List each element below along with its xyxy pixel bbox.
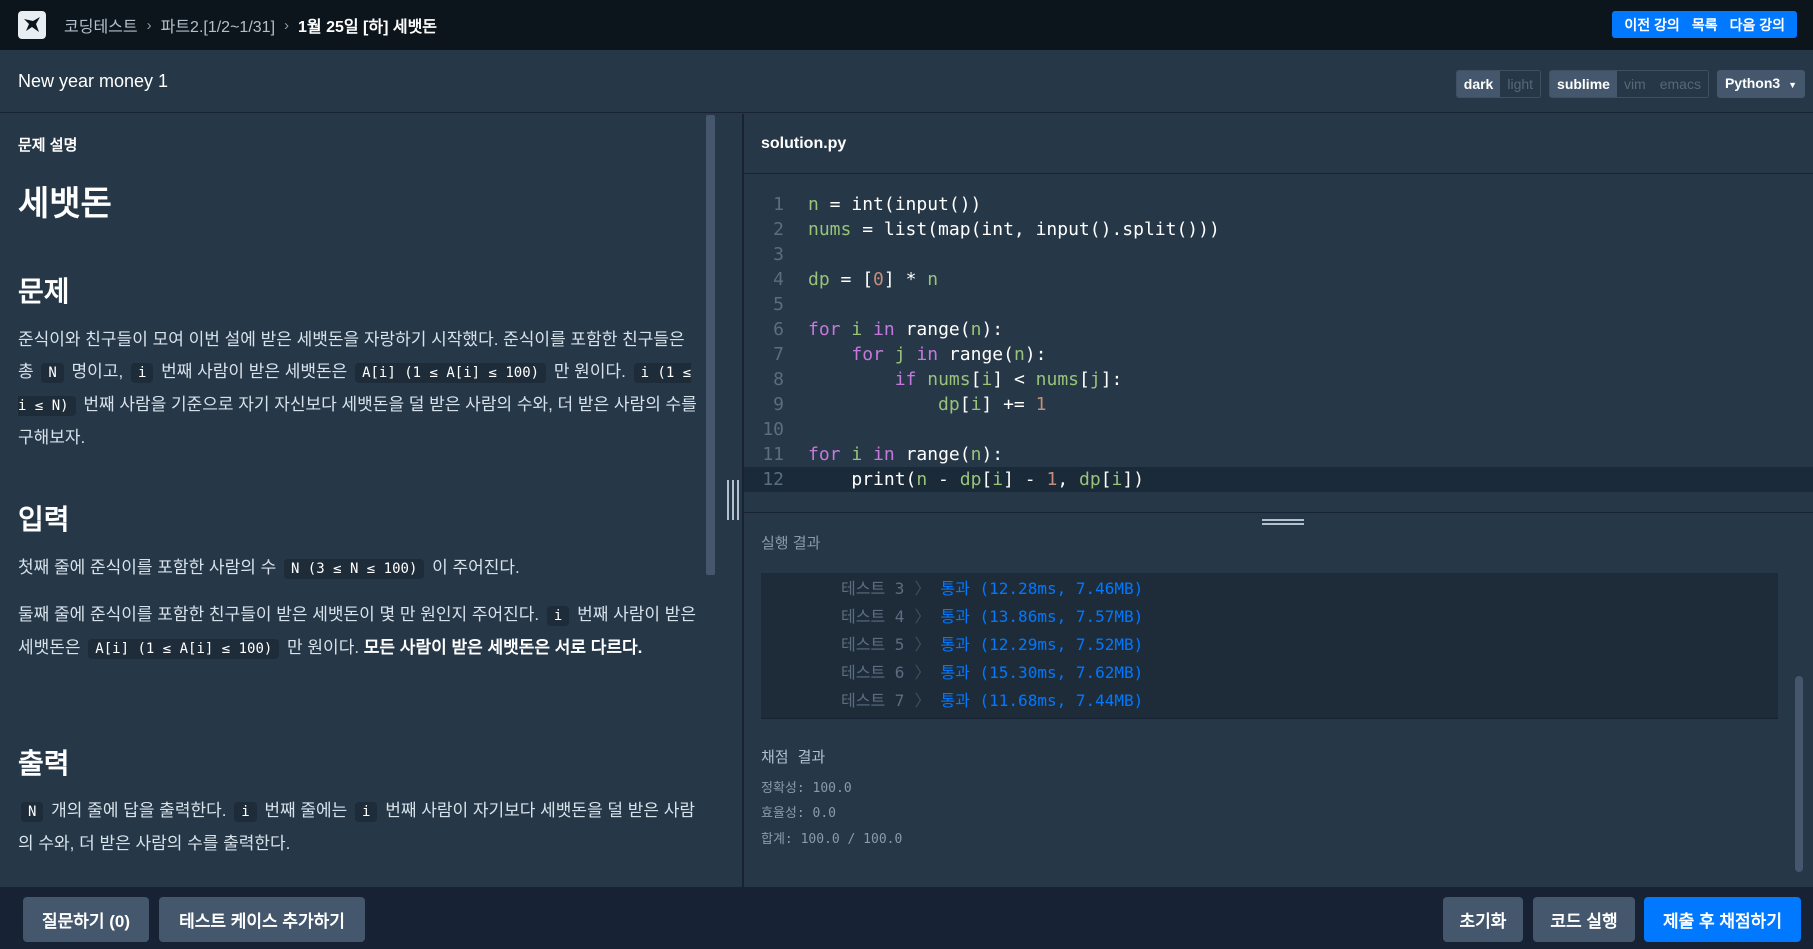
- add-test-case-button[interactable]: 테스트 케이스 추가하기: [159, 897, 365, 942]
- result-header: 실행 결과: [761, 535, 821, 552]
- chevron-right-icon: ›: [146, 16, 152, 34]
- code-line[interactable]: 8 if nums[i] < nums[j]:: [744, 367, 1813, 392]
- lesson-list-button[interactable]: 목록: [1686, 15, 1724, 35]
- code-line[interactable]: 6 for i in range(n):: [744, 317, 1813, 342]
- code-line[interactable]: 5: [744, 292, 1813, 317]
- code-line[interactable]: 1n = int(input()): [744, 192, 1813, 217]
- problem-title: 세뱃돈: [18, 185, 112, 223]
- keymap-sublime-button[interactable]: sublime: [1550, 71, 1617, 97]
- keymap-emacs-button[interactable]: emacs: [1652, 71, 1708, 97]
- inline-code: N: [21, 802, 44, 822]
- heading-input: 입력: [18, 504, 70, 535]
- inline-code: i: [355, 802, 378, 822]
- drag-handle-icon[interactable]: [1262, 519, 1304, 529]
- result-scrollbar[interactable]: [1795, 676, 1803, 872]
- test-result-row: 테스트 7 〉 통과 (11.68ms, 7.44MB): [841, 691, 1144, 710]
- code-line[interactable]: 2 nums = list(map(int, input().split())): [744, 217, 1813, 242]
- code-line[interactable]: 4 dp = [0] * n: [744, 267, 1813, 292]
- language-select-value: Python3: [1724, 75, 1781, 91]
- output-body: N 개의 줄에 답을 출력한다. i 번째 줄에는 i 번째 사람이 자기보다 …: [18, 801, 696, 853]
- inline-code: N: [41, 363, 64, 383]
- problem-panel: [0, 114, 742, 887]
- reset-button[interactable]: 초기화: [1443, 897, 1523, 942]
- inline-code: i: [130, 363, 154, 383]
- code-line-active[interactable]: 12 print(n - dp[i] - 1, dp[i]): [744, 467, 1813, 492]
- result-log[interactable]: 테스트 3 〉 통과 (12.28ms, 7.46MB) 테스트 4 〉 통과 (13.…: [761, 573, 1778, 719]
- file-name: solution.py: [761, 134, 847, 152]
- heading-problem: 문제: [18, 276, 70, 307]
- breadcrumb-item-current: 1월 25일 [하] 세뱃돈: [298, 19, 438, 36]
- keymap-vim-button[interactable]: vim: [1616, 71, 1653, 97]
- submit-button[interactable]: 제출 후 채점하기: [1644, 897, 1801, 942]
- test-result-row: 테스트 6 〉 통과 (15.30ms, 7.62MB): [841, 663, 1144, 682]
- logo-icon[interactable]: [18, 11, 46, 39]
- score-title: 채점 결과: [761, 748, 826, 766]
- language-select[interactable]: Python3 ▼: [1716, 70, 1805, 98]
- input-line-2: 둘째 줄에 준식이를 포함한 친구들이 받은 세뱃돈이 몇 만 원인지 주어진다…: [18, 605, 696, 659]
- theme-light-button[interactable]: light: [1500, 71, 1541, 97]
- splitter-grip-icon[interactable]: [727, 480, 739, 520]
- score-total: 합계: 100.0 / 100.0: [761, 832, 903, 847]
- inline-code: N (3 ≤ N ≤ 100): [283, 559, 425, 579]
- theme-toggle: dark light: [1455, 70, 1542, 98]
- next-lesson-button[interactable]: 다음 강의: [1724, 15, 1791, 35]
- inline-code: A[i] (1 ≤ A[i] ≤ 100): [88, 639, 280, 659]
- problem-section-label: 문제 설명: [18, 137, 78, 154]
- breadcrumb-item-part[interactable]: 파트2.[1/2~1/31]: [161, 13, 275, 37]
- code-line[interactable]: 10: [744, 417, 1813, 442]
- code-line[interactable]: 9 dp[i] += 1: [744, 392, 1813, 417]
- lesson-nav-buttons: 이전 강의 목록 다음 강의: [1612, 11, 1797, 38]
- code-line[interactable]: 3: [744, 242, 1813, 267]
- inline-code: i: [546, 606, 570, 626]
- run-code-button[interactable]: 코드 실행: [1533, 897, 1635, 942]
- chevron-right-icon: ›: [284, 16, 290, 34]
- theme-dark-button[interactable]: dark: [1456, 71, 1501, 97]
- caret-down-icon: ▼: [1788, 80, 1797, 90]
- test-result-row: 테스트 5 〉 통과 (12.29ms, 7.52MB): [841, 635, 1144, 654]
- score-accuracy: 정확성: 100.0: [761, 781, 852, 796]
- editor-settings: dark light sublime vim emacs Python3 ▼: [1455, 70, 1805, 98]
- lesson-title: New year money 1: [18, 70, 169, 91]
- problem-scrollbar[interactable]: [706, 115, 715, 575]
- editor-result-divider: [744, 512, 1813, 513]
- input-line-1: 첫째 줄에 준식이를 포함한 사람의 수 N (3 ≤ N ≤ 100) 이 주…: [18, 558, 520, 579]
- breadcrumb: 코딩테스트 › 파트2.[1/2~1/31] › 1월 25일 [하] 세뱃돈: [64, 13, 437, 37]
- ask-question-button[interactable]: 질문하기 (0): [23, 897, 149, 942]
- score-efficiency: 효율성: 0.0: [761, 806, 837, 821]
- keymap-toggle: sublime vim emacs: [1549, 70, 1709, 98]
- top-nav: 코딩테스트 › 파트2.[1/2~1/31] › 1월 25일 [하] 세뱃돈 …: [0, 0, 1813, 50]
- code-editor[interactable]: 1n = int(input()) 2 nums = list(map(int, …: [744, 175, 1813, 511]
- code-line[interactable]: 7 for j in range(n):: [744, 342, 1813, 367]
- breadcrumb-item-coding-test[interactable]: 코딩테스트: [64, 13, 138, 37]
- inline-code: i: [234, 802, 257, 822]
- prev-lesson-button[interactable]: 이전 강의: [1618, 15, 1685, 35]
- test-result-row: 테스트 3 〉 통과 (12.28ms, 7.46MB): [841, 579, 1144, 598]
- code-line[interactable]: 11 for i in range(n):: [744, 442, 1813, 467]
- file-header: solution.py: [744, 114, 1813, 174]
- test-result-row: 테스트 4 〉 통과 (13.86ms, 7.57MB): [841, 607, 1144, 626]
- problem-body: 준식이와 친구들이 모여 이번 설에 받은 세뱃돈을 자랑하기 시작했다. 준식…: [18, 330, 697, 447]
- heading-output: 출력: [18, 748, 70, 779]
- inline-code: A[i] (1 ≤ A[i] ≤ 100): [355, 363, 547, 383]
